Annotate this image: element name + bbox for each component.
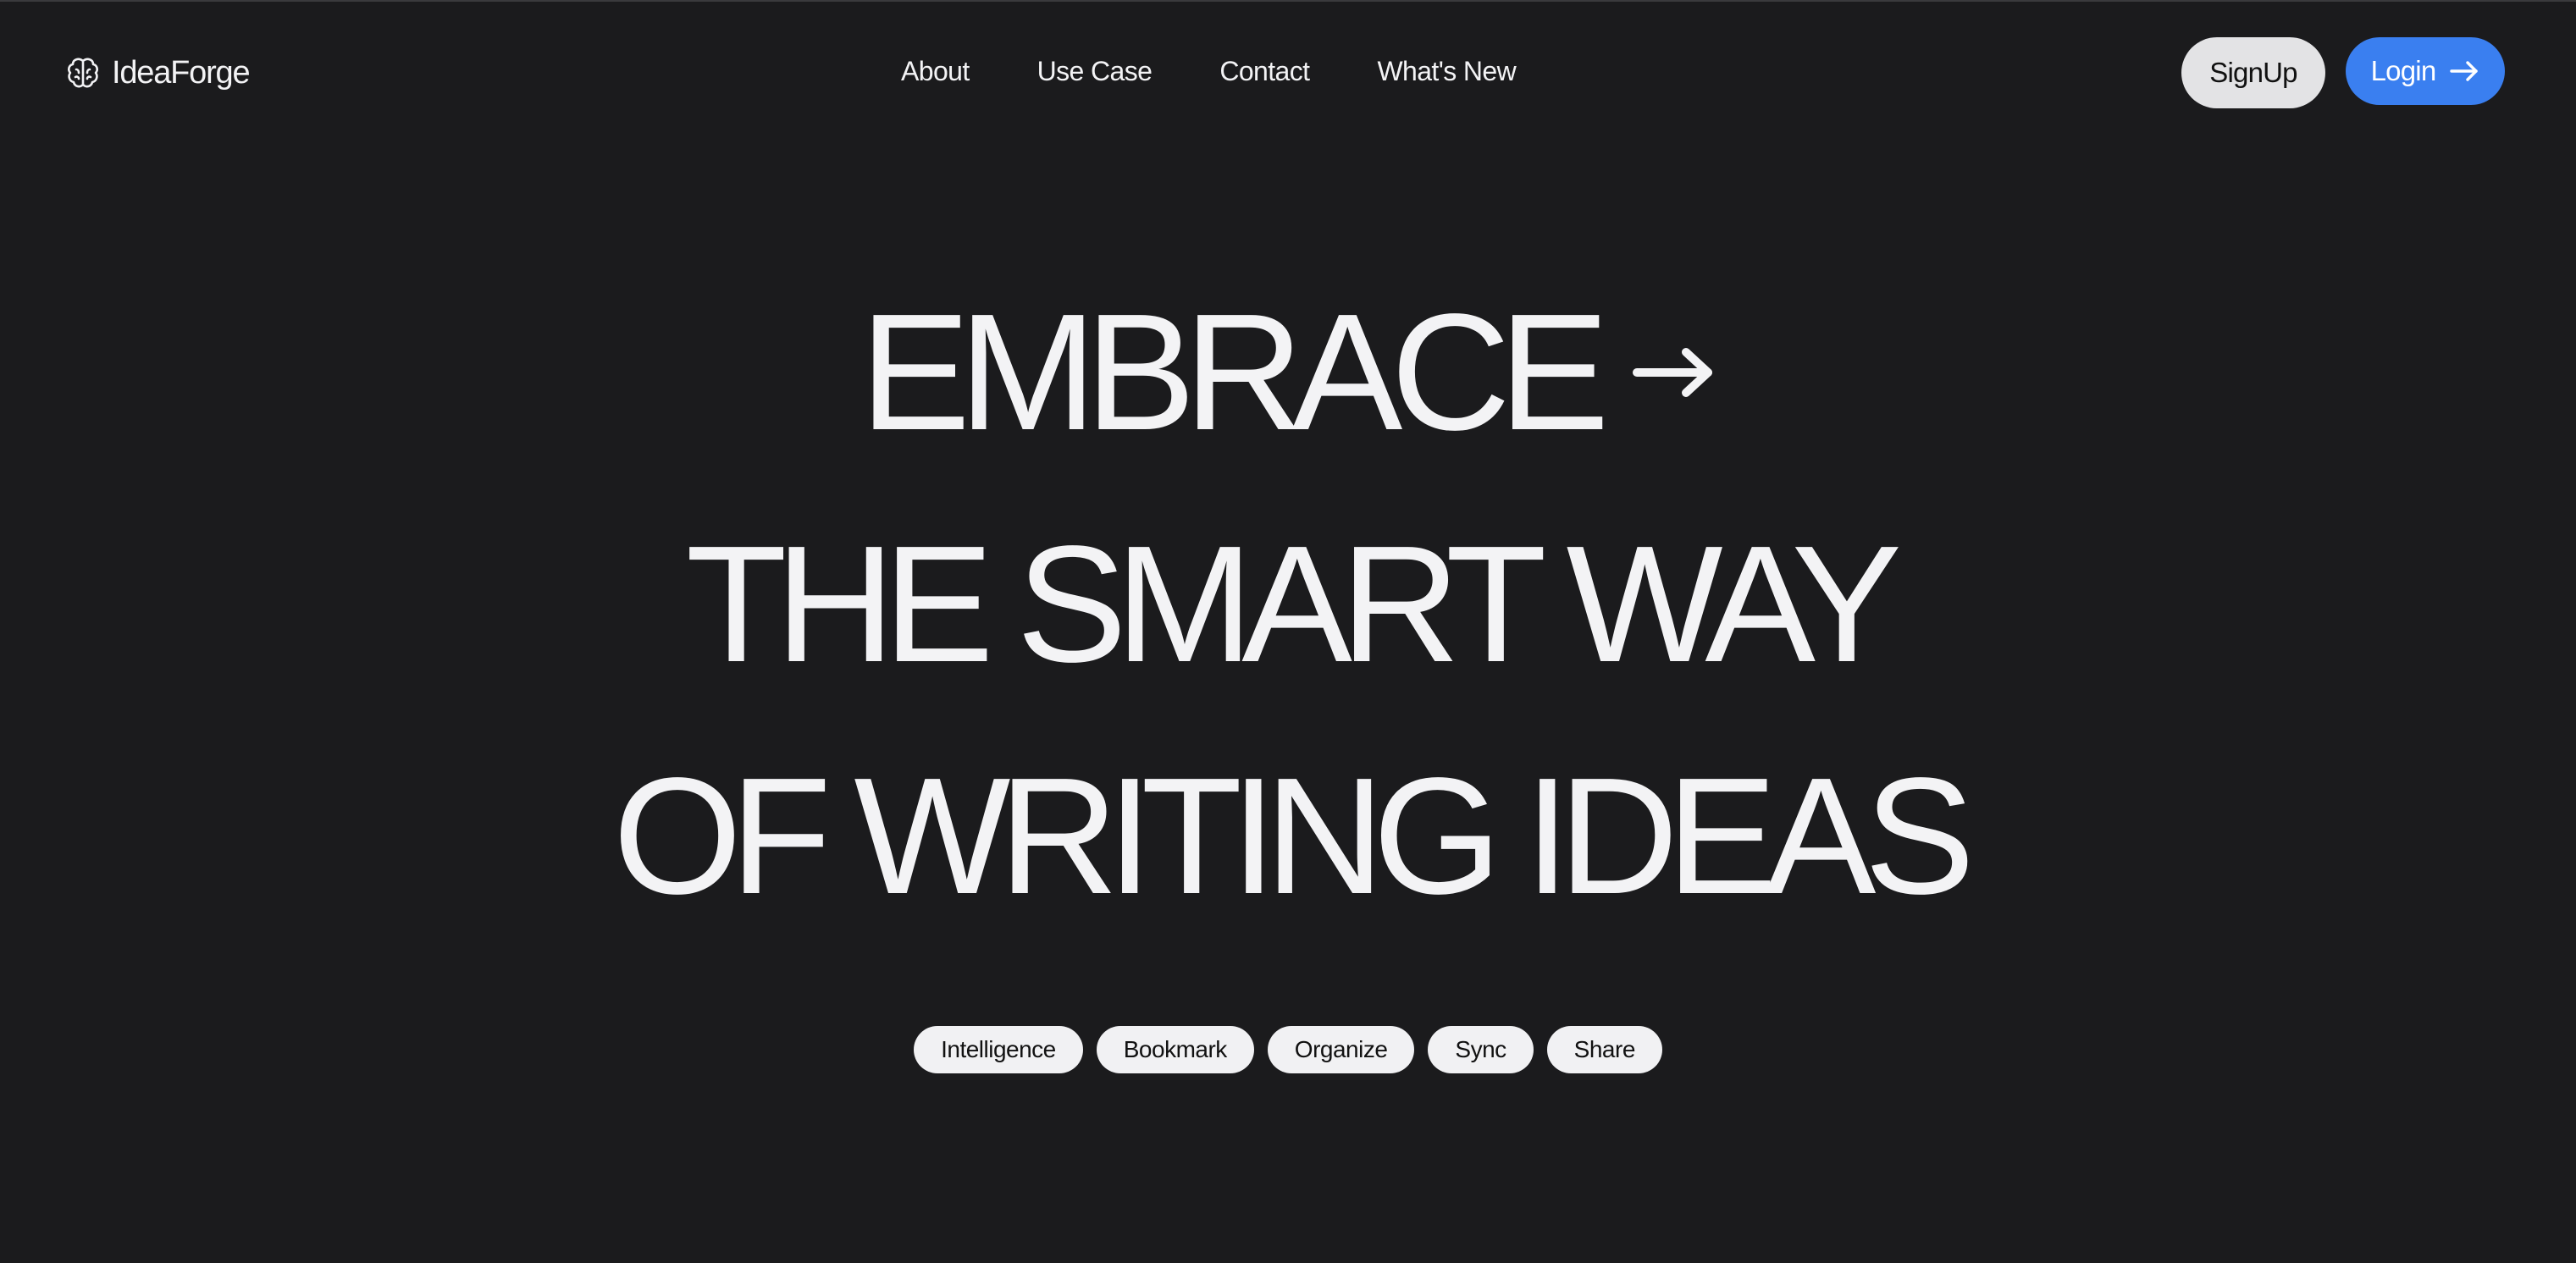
main-nav: About Use Case Contact What's New (901, 47, 1517, 95)
hero-heading-line-2: THE SMART WAY (685, 511, 1902, 697)
tag-organize[interactable]: Organize (1267, 1026, 1415, 1073)
brain-icon (68, 58, 98, 88)
brand-logo[interactable]: IdeaForge (66, 49, 251, 97)
feature-tags: Intelligence Bookmark Organize Sync Shar… (0, 1026, 2576, 1073)
hero-heading-text-1: EMBRACE (860, 279, 1609, 465)
login-button[interactable]: Login (2346, 37, 2505, 105)
nav-link-use-case[interactable]: Use Case (1037, 56, 1153, 87)
arrow-right-icon (2450, 61, 2479, 81)
tag-intelligence[interactable]: Intelligence (914, 1026, 1083, 1073)
landing-page: IdeaForge About Use Case Contact What's … (0, 0, 2576, 1263)
hero-heading-line-3: OF WRITING IDEAS (612, 743, 1975, 929)
nav-link-whats-new[interactable]: What's New (1377, 56, 1516, 87)
tag-bookmark[interactable]: Bookmark (1096, 1026, 1254, 1073)
hero-heading-line-1: EMBRACE (0, 290, 2576, 455)
nav-link-contact[interactable]: Contact (1219, 56, 1310, 87)
nav-link-about[interactable]: About (901, 56, 970, 87)
signup-button[interactable]: SignUp (2181, 37, 2325, 108)
arrow-right-icon (1632, 348, 1712, 397)
tag-sync[interactable]: Sync (1428, 1026, 1534, 1073)
brand-name: IdeaForge (112, 54, 251, 91)
tag-share[interactable]: Share (1546, 1026, 1662, 1073)
login-button-label: Login (2370, 55, 2437, 86)
signup-button-label: SignUp (2209, 57, 2297, 88)
